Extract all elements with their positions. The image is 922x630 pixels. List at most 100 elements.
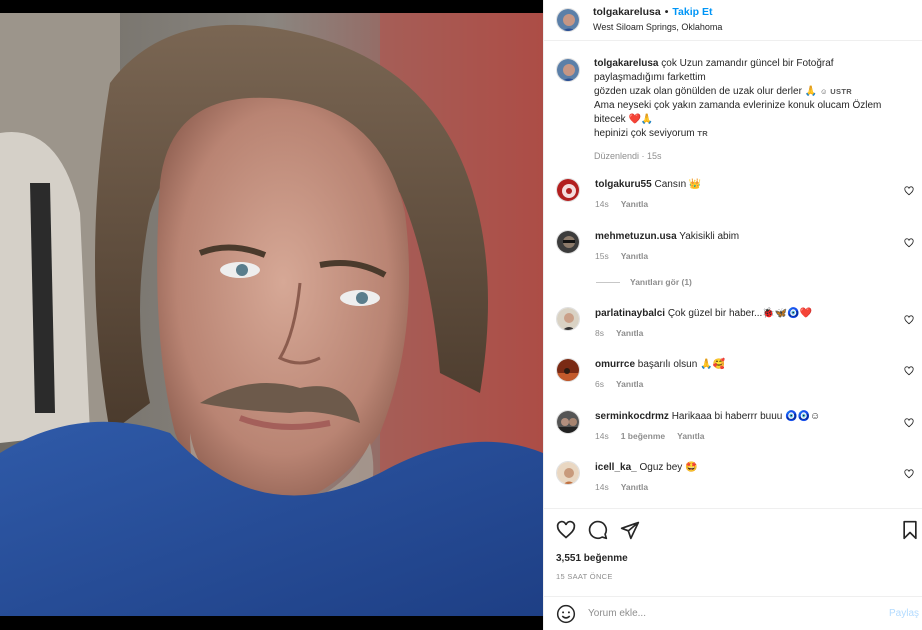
comment-time[interactable]: 8s xyxy=(595,326,604,340)
small-heart-icon[interactable] xyxy=(904,366,914,376)
comment-username[interactable]: mehmetuzun.usa xyxy=(595,231,677,242)
caption: tolgakarelusa çok Uzun zamandır güncel b… xyxy=(556,57,916,163)
comment-text: Çok güzel bir haber...🐞🦋🧿❤️ xyxy=(667,308,813,319)
post-comment-button[interactable]: Paylaş xyxy=(889,608,919,619)
comment-meta: 14s 1 beğenme Yanıtla xyxy=(595,429,895,443)
avatar[interactable] xyxy=(556,58,580,82)
comment-item: parlatinaybalci Çok güzel bir haber...🐞🦋… xyxy=(556,307,916,340)
comment-meta: 8s Yanıtla xyxy=(595,326,895,340)
comment-item: serminkocdrmz Harikaaa bi haberrr buuu 🧿… xyxy=(556,410,916,443)
small-heart-icon[interactable] xyxy=(904,186,914,196)
follow-button[interactable]: Takip Et xyxy=(672,6,712,19)
comment-time[interactable]: 14s xyxy=(595,197,609,211)
comment-body: parlatinaybalci Çok güzel bir haber...🐞🦋… xyxy=(595,307,895,340)
header-line: tolgakarelusa • Takip Et xyxy=(593,6,722,19)
small-heart-icon[interactable] xyxy=(904,315,914,325)
comment-username[interactable]: omurrce xyxy=(595,359,635,370)
divider xyxy=(544,508,922,509)
comment-meta: 6s Yanıtla xyxy=(595,377,895,391)
comment-username[interactable]: serminkocdrmz xyxy=(595,411,669,422)
action-bar xyxy=(556,520,921,542)
caption-text-5: bitecek xyxy=(594,114,626,125)
share-icon[interactable] xyxy=(620,520,640,540)
avatar[interactable] xyxy=(556,461,580,485)
post-time-ago[interactable]: 15 SAAT ÖNCE xyxy=(556,572,613,581)
avatar[interactable] xyxy=(556,230,580,254)
view-replies-label: Yanıtları gör (1) xyxy=(630,277,692,287)
post-header: tolgakarelusa • Takip Et West Siloam Spr… xyxy=(544,0,922,41)
avatar[interactable] xyxy=(556,410,580,434)
comment-item: tolgakuru55 Cansın 👑 14s Yanıtla xyxy=(556,178,916,211)
view-replies-button[interactable]: Yanıtları gör (1) xyxy=(596,277,692,287)
comment-text: Yakisikli abim xyxy=(679,231,740,242)
comment-meta: 14s Yanıtla xyxy=(595,197,895,211)
photo-pane xyxy=(0,0,543,630)
post-username[interactable]: tolgakarelusa xyxy=(593,6,661,19)
post-location[interactable]: West Siloam Springs, Oklahoma xyxy=(593,21,722,34)
comment-time[interactable]: 15s xyxy=(595,249,609,263)
caption-text-3: gözden uzak olan gönülden de uzak olur d… xyxy=(594,86,802,97)
reply-button[interactable]: Yanıtla xyxy=(616,377,643,391)
reply-button[interactable]: Yanıtla xyxy=(616,326,643,340)
caption-text-1: çok Uzun zamandır güncel bir Fotoğraf xyxy=(661,58,834,69)
small-heart-icon[interactable] xyxy=(904,418,914,428)
comment-username[interactable]: icell_ka_ xyxy=(595,462,637,473)
heart-icon[interactable] xyxy=(556,520,576,540)
caption-line-2: paylaşmadığımı farkettim xyxy=(594,72,706,83)
reply-button[interactable]: Yanıtla xyxy=(621,480,648,494)
comment-body: serminkocdrmz Harikaaa bi haberrr buuu 🧿… xyxy=(595,410,895,443)
reply-button[interactable]: Yanıtla xyxy=(621,249,648,263)
post-panel: tolgakarelusa • Takip Et West Siloam Spr… xyxy=(543,0,922,630)
likes-count[interactable]: 3,551 beğenme xyxy=(556,553,628,564)
comment-username[interactable]: tolgakuru55 xyxy=(595,179,652,190)
comment-time[interactable]: 14s xyxy=(595,429,609,443)
pray-emoji: 🙏 xyxy=(804,86,818,97)
avatar[interactable] xyxy=(556,307,580,331)
comment-body: icell_ka_ Oguz bey 🤩 14s Yanıtla xyxy=(595,461,895,494)
comment-text: Cansın 👑 xyxy=(654,179,702,190)
small-heart-icon[interactable] xyxy=(904,469,914,479)
comment-body: omurrce başarılı olsun 🙏🥰 6s Yanıtla xyxy=(595,358,895,391)
emoji-icon[interactable] xyxy=(556,604,576,624)
comment-text: Harikaaa bi haberrr buuu 🧿🧿☺ xyxy=(671,411,821,422)
comment-time[interactable]: 14s xyxy=(595,480,609,494)
comment-text: başarılı olsun 🙏🥰 xyxy=(637,359,725,370)
header-text: tolgakarelusa • Takip Et West Siloam Spr… xyxy=(593,6,722,34)
caption-line-6: hepinizi çok seviyorum TR xyxy=(594,127,904,141)
comment-icon[interactable] xyxy=(588,520,608,540)
caption-text-6: hepinizi çok seviyorum xyxy=(594,128,695,139)
avatar[interactable] xyxy=(556,358,580,382)
caption-line-1: tolgakarelusa çok Uzun zamandır güncel b… xyxy=(594,57,904,71)
caption-line-5: bitecek ❤️🙏 xyxy=(594,113,904,127)
post-photo[interactable] xyxy=(0,13,543,616)
edited-meta: Düzenlendi · 15s xyxy=(594,151,662,161)
comment-likes[interactable]: 1 beğenme xyxy=(621,429,665,443)
caption-username[interactable]: tolgakarelusa xyxy=(594,58,658,69)
avatar[interactable] xyxy=(556,8,580,32)
comment-item: mehmetuzun.usa Yakisikli abim 15s Yanıtl… xyxy=(556,230,916,263)
comment-body: tolgakuru55 Cansın 👑 14s Yanıtla xyxy=(595,178,895,211)
reply-button[interactable]: Yanıtla xyxy=(677,429,704,443)
comment-meta: 14s Yanıtla xyxy=(595,480,895,494)
reply-button[interactable]: Yanıtla xyxy=(621,197,648,211)
bookmark-icon[interactable] xyxy=(901,520,919,540)
small-heart-icon[interactable] xyxy=(904,238,914,248)
caption-line-3: gözden uzak olan gönülden de uzak olur d… xyxy=(594,85,904,99)
caption-line-4: Ama neyseki çok yakın zamanda evlerinize… xyxy=(594,100,882,111)
caption-tag-tr: TR xyxy=(697,129,708,138)
comment-input[interactable] xyxy=(588,608,868,619)
caption-body: tolgakarelusa çok Uzun zamandır güncel b… xyxy=(594,57,904,163)
caption-tag: ☺ USTR xyxy=(819,87,852,96)
comment-username[interactable]: parlatinaybalci xyxy=(595,308,665,319)
comment-text: Oguz bey 🤩 xyxy=(639,462,698,473)
comment-box: Paylaş xyxy=(544,597,922,630)
comment-item: icell_ka_ Oguz bey 🤩 14s Yanıtla xyxy=(556,461,916,494)
separator-dot: • xyxy=(664,6,669,18)
comment-meta: 15s Yanıtla xyxy=(595,249,895,263)
replies-line xyxy=(596,281,620,283)
heart-pray-emoji: ❤️🙏 xyxy=(628,114,654,125)
avatar[interactable] xyxy=(556,178,580,202)
comment-body: mehmetuzun.usa Yakisikli abim 15s Yanıtl… xyxy=(595,230,895,263)
comment-item: omurrce başarılı olsun 🙏🥰 6s Yanıtla xyxy=(556,358,916,391)
comment-time[interactable]: 6s xyxy=(595,377,604,391)
